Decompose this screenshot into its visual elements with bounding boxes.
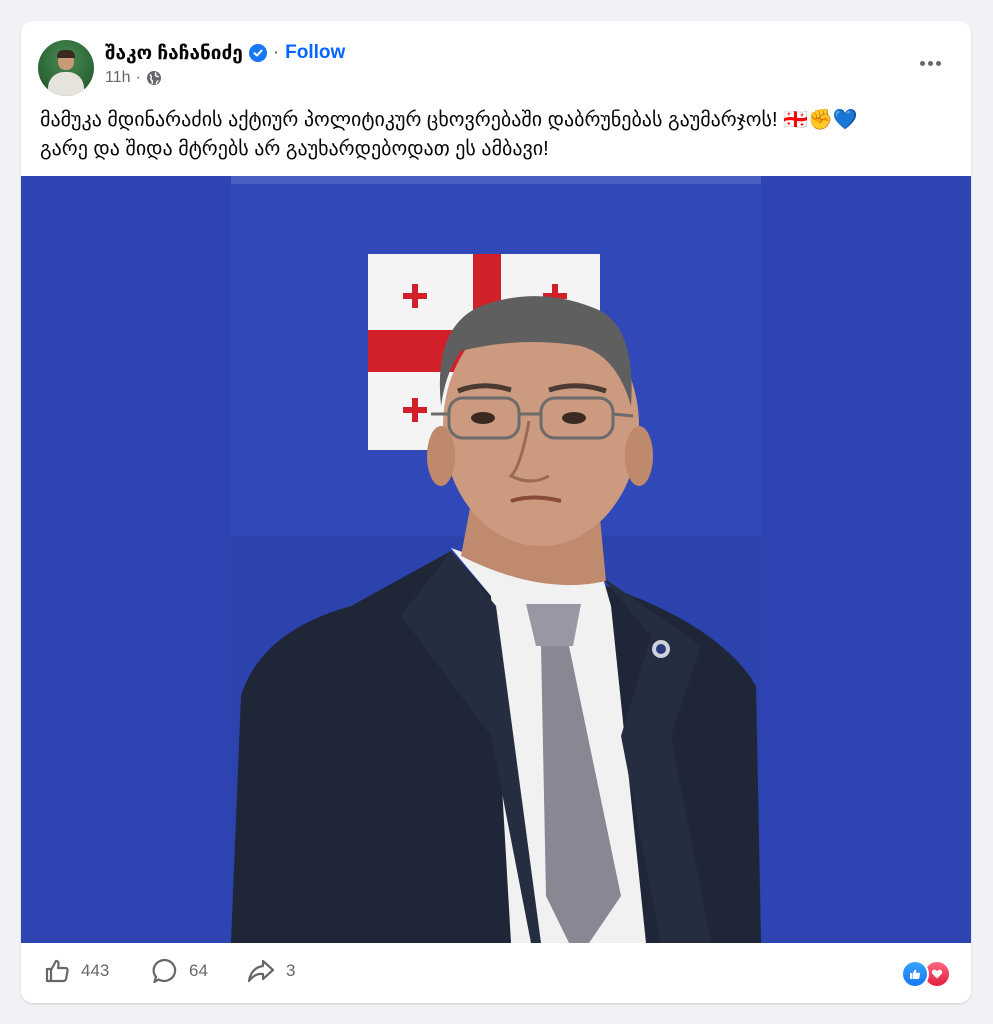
post-text-line-1: მამუკა მდინარაძის აქტიურ პოლიტიკურ ცხოვრ… <box>40 107 858 131</box>
verified-badge-icon <box>248 44 267 62</box>
post-card: შაკო ჩაჩანიძე · Follow 11h · მამუკა მდინ… <box>21 21 971 1003</box>
post-meta: 11h · <box>105 69 162 87</box>
photo-illustration <box>21 176 971 943</box>
comment-count: 64 <box>189 961 208 980</box>
globe-icon[interactable] <box>146 70 162 86</box>
share-count: 3 <box>286 961 296 980</box>
author-avatar[interactable] <box>38 40 94 96</box>
post-text-line-2: გარე და შიდა მტრებს არ გაუხარდებოდათ ეს … <box>40 138 549 160</box>
author-row: შაკო ჩაჩანიძე · Follow <box>105 40 345 66</box>
reactions-summary[interactable] <box>901 960 951 988</box>
comment-icon <box>151 957 179 985</box>
like-count: 443 <box>81 961 110 980</box>
like-button[interactable]: 443 <box>43 956 109 986</box>
post-footer: 443 64 3 <box>21 943 971 1003</box>
comment-button[interactable]: 64 <box>151 956 208 986</box>
separator-dot: · <box>272 42 280 63</box>
author-name[interactable]: შაკო ჩაჩანიძე <box>105 42 243 65</box>
share-button[interactable]: 3 <box>246 956 295 986</box>
post-text: მამუკა მდინარაძის აქტიურ პოლიტიკურ ცხოვრ… <box>40 105 945 164</box>
emoji-group: 🇬🇪✊💙 <box>783 107 858 131</box>
follow-button[interactable]: Follow <box>285 42 345 64</box>
thumbs-up-icon <box>43 957 71 985</box>
share-icon <box>246 957 276 985</box>
meta-separator: · <box>135 69 141 86</box>
post-photo[interactable] <box>21 176 971 943</box>
like-reaction-icon <box>901 960 929 988</box>
more-options-button[interactable] <box>915 53 945 73</box>
post-time[interactable]: 11h <box>105 69 131 87</box>
